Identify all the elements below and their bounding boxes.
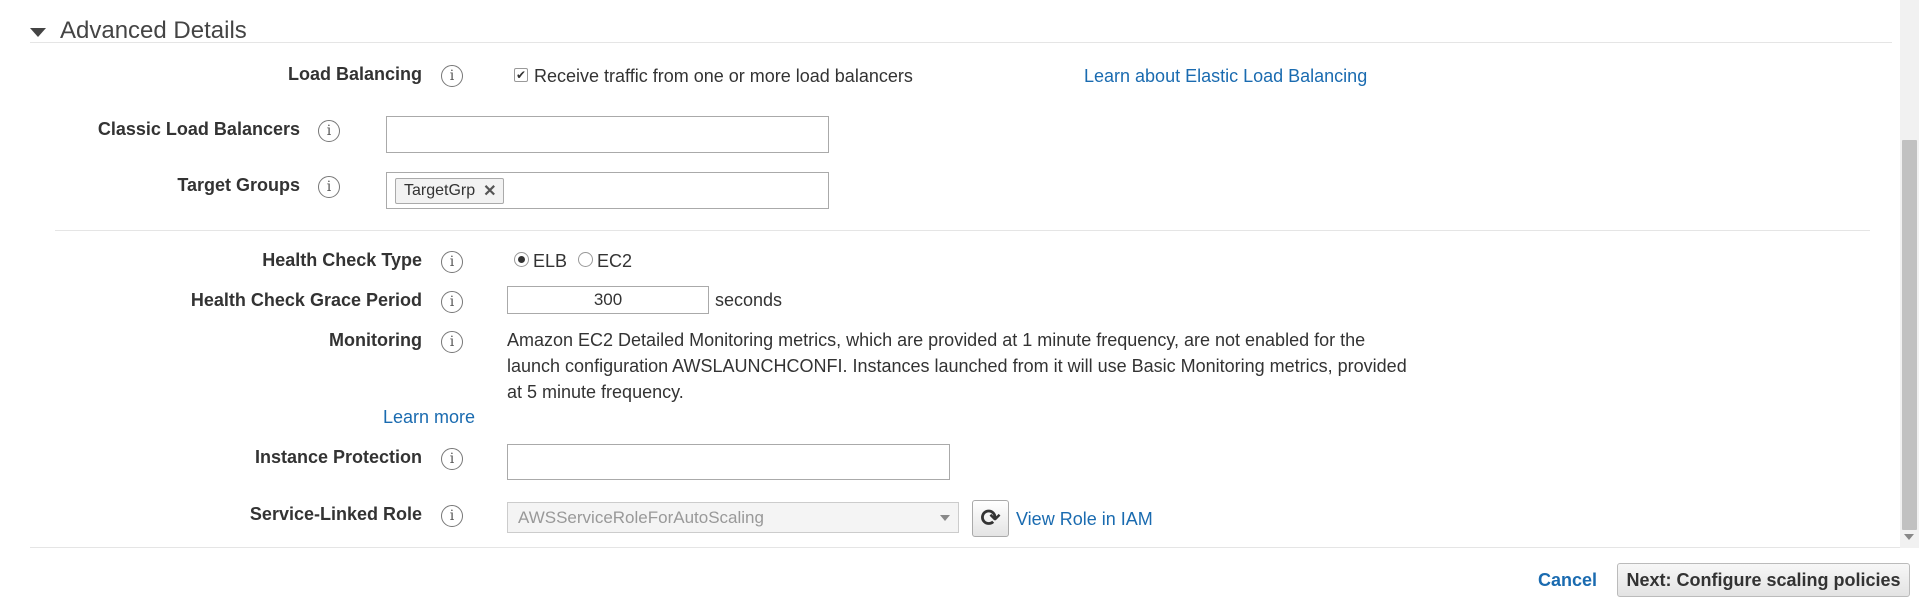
cancel-button[interactable]: Cancel [1538, 567, 1597, 593]
footer-divider [30, 547, 1900, 548]
scroll-down-icon[interactable] [1904, 534, 1914, 540]
view-role-iam-link[interactable]: View Role in IAM [1016, 509, 1153, 530]
section-title: Advanced Details [60, 17, 247, 44]
service-linked-role-select[interactable]: AWSServiceRoleForAutoScaling [507, 502, 959, 533]
info-icon[interactable]: i [318, 120, 340, 142]
info-icon[interactable]: i [441, 251, 463, 273]
classic-load-balancers-label: Classic Load Balancers [97, 119, 300, 139]
health-check-elb-radio[interactable] [514, 252, 529, 267]
info-icon[interactable]: i [441, 291, 463, 313]
service-linked-role-label: Service-Linked Role [249, 504, 422, 524]
monitoring-label: Monitoring [329, 330, 422, 350]
health-check-ec2-label[interactable]: EC2 [597, 251, 632, 272]
info-icon[interactable]: i [441, 65, 463, 87]
info-icon[interactable]: i [441, 448, 463, 470]
instance-protection-input[interactable] [507, 444, 950, 480]
monitoring-learn-more-link[interactable]: Learn more [383, 407, 475, 428]
load-balancer-checkbox[interactable]: ✔ [514, 68, 528, 82]
learn-elb-link[interactable]: Learn about Elastic Load Balancing [1084, 66, 1367, 87]
info-icon[interactable]: i [441, 505, 463, 527]
load-balancer-checkbox-label: Receive traffic from one or more load ba… [534, 66, 913, 86]
next-configure-scaling-policies-button[interactable]: Next: Configure scaling policies [1617, 563, 1910, 597]
triangle-down-icon[interactable] [30, 27, 46, 37]
section-divider [55, 230, 1870, 231]
instance-protection-label: Instance Protection [254, 447, 422, 467]
health-check-ec2-radio[interactable] [578, 252, 593, 267]
refresh-icon: ⟳ [980, 505, 1001, 532]
header-divider [30, 42, 1892, 43]
close-icon[interactable]: ✕ [483, 181, 496, 201]
target-group-tag-label: TargetGrp [404, 182, 476, 199]
grace-period-unit: seconds [715, 290, 783, 310]
monitoring-description: Amazon EC2 Detailed Monitoring metrics, … [507, 330, 1407, 402]
refresh-role-button[interactable]: ⟳ [972, 500, 1009, 537]
classic-load-balancers-input[interactable] [386, 116, 829, 153]
service-linked-role-value: AWSServiceRoleForAutoScaling [518, 507, 764, 527]
scrollbar-thumb[interactable] [1902, 140, 1917, 530]
info-icon[interactable]: i [441, 331, 463, 353]
radio-selected-dot [518, 256, 525, 263]
health-check-elb-label[interactable]: ELB [533, 251, 567, 272]
chevron-down-icon [940, 515, 950, 521]
grace-period-input[interactable] [507, 286, 709, 314]
info-icon[interactable]: i [318, 176, 340, 198]
grace-period-label: Health Check Grace Period [190, 290, 422, 310]
load-balancing-label: Load Balancing [287, 64, 422, 84]
target-groups-input[interactable]: TargetGrp ✕ [386, 172, 829, 209]
target-groups-label: Target Groups [177, 175, 300, 195]
target-group-tag: TargetGrp ✕ [395, 178, 504, 204]
health-check-type-label: Health Check Type [262, 250, 422, 270]
